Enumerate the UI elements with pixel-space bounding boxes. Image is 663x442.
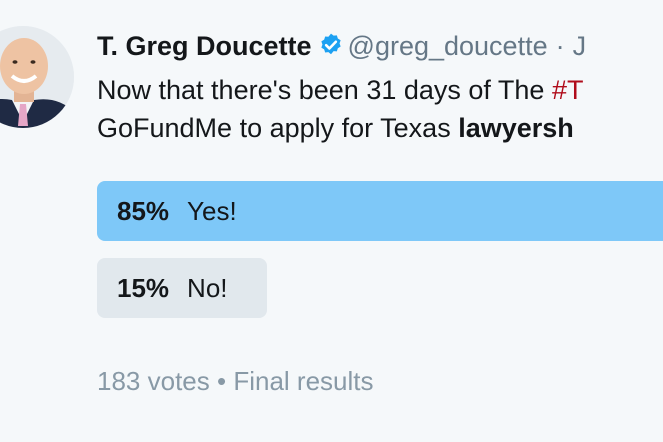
tweet-text-line-2-prefix: GoFundMe to apply for Texas — [97, 113, 459, 143]
author-handle[interactable]: @greg_doucette — [348, 31, 548, 61]
poll-footer: 183 votes • Final results — [97, 366, 373, 397]
author-name[interactable]: T. Greg Doucette — [97, 31, 312, 61]
poll-option-percent: 85% — [117, 195, 170, 226]
poll-footer-separator: • — [216, 366, 227, 396]
highlighted-term: lawyersh — [458, 113, 574, 143]
tweet-text-line-2: GoFundMe to apply for Texas lawyersh — [97, 109, 663, 147]
poll-vote-count: 183 votes — [97, 366, 210, 396]
tweet-date[interactable]: J — [573, 31, 587, 61]
verified-badge-icon — [318, 31, 344, 67]
tweet-text: Now that there's been 31 days of The #T … — [97, 71, 663, 147]
poll-status: Final results — [233, 366, 374, 396]
tweet-header: T. Greg Doucette @greg_doucette · J — [97, 28, 586, 67]
tweet-text-line-1: Now that there's been 31 days of The #T — [97, 71, 663, 109]
header-separator: · — [555, 31, 565, 61]
poll-option-no: 15% No! — [97, 258, 267, 318]
tweet-text-line-1-prefix: Now that there's been 31 days of The — [97, 75, 552, 105]
avatar-image — [0, 26, 74, 128]
hashtag-link[interactable]: #T — [552, 75, 584, 105]
poll-option-percent: 15% — [117, 272, 170, 303]
poll-option-label: Yes! — [187, 195, 237, 226]
poll-option-label: No! — [187, 272, 228, 303]
poll-option-yes: 85% Yes! — [97, 181, 663, 241]
avatar[interactable] — [0, 26, 74, 128]
tweet-card: T. Greg Doucette @greg_doucette · J Now tha… — [0, 0, 663, 442]
